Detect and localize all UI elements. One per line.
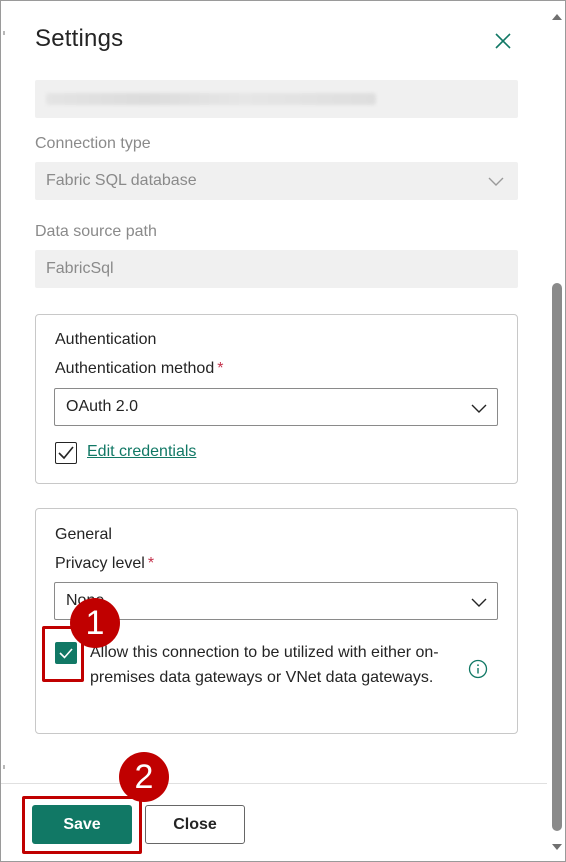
chevron-down-icon [471,595,487,613]
edit-credentials-checkbox[interactable] [55,442,77,464]
gateway-checkbox-label: Allow this connection to be utilized wit… [90,644,439,686]
chevron-down-icon [471,401,487,419]
connection-type-label: Connection type [35,135,151,152]
panel-title: Settings [35,25,124,52]
data-source-path-value: FabricSql [46,260,114,277]
authentication-card: Authentication Authentication method * OA… [35,314,518,484]
privacy-level-select[interactable]: None [54,582,498,620]
authentication-method-select[interactable]: OAuth 2.0 [54,388,498,426]
checkmark-icon [58,446,74,460]
save-button[interactable]: Save [32,805,132,844]
edge-marker [3,765,5,769]
connection-type-select: Fabric SQL database [35,162,518,200]
privacy-level-label-text: Privacy level [55,555,145,572]
required-mark: * [217,360,224,377]
edit-credentials-link[interactable]: Edit credentials [87,443,196,461]
privacy-level-label: Privacy level * [55,555,154,573]
connection-type-value: Fabric SQL database [46,172,197,189]
info-icon[interactable] [468,659,488,684]
callout-number-1: 1 [70,598,120,648]
authentication-method-label: Authentication method * [55,360,223,378]
connection-name-field [35,80,518,118]
scroll-down-arrow-icon[interactable] [550,839,564,857]
checkmark-icon [59,648,73,659]
data-source-path-label: Data source path [35,223,157,240]
data-source-path-field: FabricSql [35,250,518,288]
required-mark: * [147,555,155,572]
edge-marker [3,31,5,35]
footer-divider [1,783,547,784]
authentication-method-label-text: Authentication method [55,360,215,377]
chevron-down-icon [488,174,504,192]
gateway-checkbox[interactable] [55,642,77,664]
authentication-section-title: Authentication [55,331,157,348]
redacted-value [46,93,376,105]
close-button[interactable]: Close [145,805,245,844]
scrollbar-thumb[interactable] [552,283,562,831]
close-icon[interactable] [491,29,515,53]
scroll-up-arrow-icon[interactable] [550,9,564,27]
settings-panel: Settings Connection type Fabric SQL data… [0,0,566,862]
callout-number-2: 2 [119,752,169,802]
general-section-title: General [55,526,112,543]
authentication-method-value: OAuth 2.0 [66,398,139,415]
